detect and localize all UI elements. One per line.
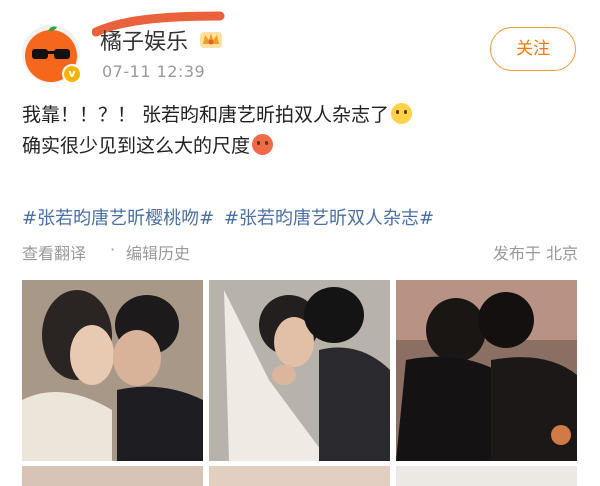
post-body: 我靠！！？！ 张若昀和唐艺昕拍双人杂志了 确实很少见到这么大的尺度 bbox=[22, 100, 582, 162]
photo-thumbnail[interactable] bbox=[22, 280, 203, 461]
crying-face-emoji-icon bbox=[391, 103, 413, 124]
post-timestamp: 07-11 12:39 bbox=[102, 62, 206, 81]
hashtag-link[interactable]: #张若昀唐艺昕双人杂志# bbox=[224, 208, 434, 229]
photo-thumbnail-partial[interactable] bbox=[22, 466, 203, 486]
hashtag-link[interactable]: #张若昀唐艺昕樱桃吻# bbox=[22, 208, 214, 229]
photo-thumbnail-partial[interactable] bbox=[209, 466, 390, 486]
photo-thumbnail[interactable] bbox=[396, 280, 577, 461]
post-line-2-text: 确实很少见到这么大的尺度 bbox=[22, 135, 251, 157]
translate-link[interactable]: 查看翻译 bbox=[22, 240, 86, 264]
photo-thumbnail[interactable] bbox=[209, 280, 390, 461]
crown-badge-icon bbox=[200, 32, 222, 48]
post-line-1: 我靠！！？！ 张若昀和唐艺昕拍双人杂志了 bbox=[22, 100, 582, 131]
hashtag-row: #张若昀唐艺昕樱桃吻# #张若昀唐艺昕双人杂志# bbox=[22, 204, 438, 230]
post-meta-row: 查看翻译 · 编辑历史 发布于 北京 bbox=[22, 240, 578, 264]
post-line-1-text: 我靠！！？！ 张若昀和唐艺昕拍双人杂志了 bbox=[22, 104, 390, 126]
hot-face-emoji-icon bbox=[252, 134, 274, 155]
post-line-2: 确实很少见到这么大的尺度 bbox=[22, 131, 582, 162]
post-location: 发布于 北京 bbox=[492, 244, 578, 263]
username[interactable]: 橘子娱乐 bbox=[100, 24, 188, 56]
photo-thumbnail-partial[interactable] bbox=[396, 466, 577, 486]
verified-badge-icon: v bbox=[62, 64, 82, 84]
separator: · bbox=[110, 240, 116, 259]
edit-history-link[interactable]: 编辑历史 bbox=[126, 240, 190, 264]
follow-button[interactable]: 关注 bbox=[490, 27, 576, 71]
